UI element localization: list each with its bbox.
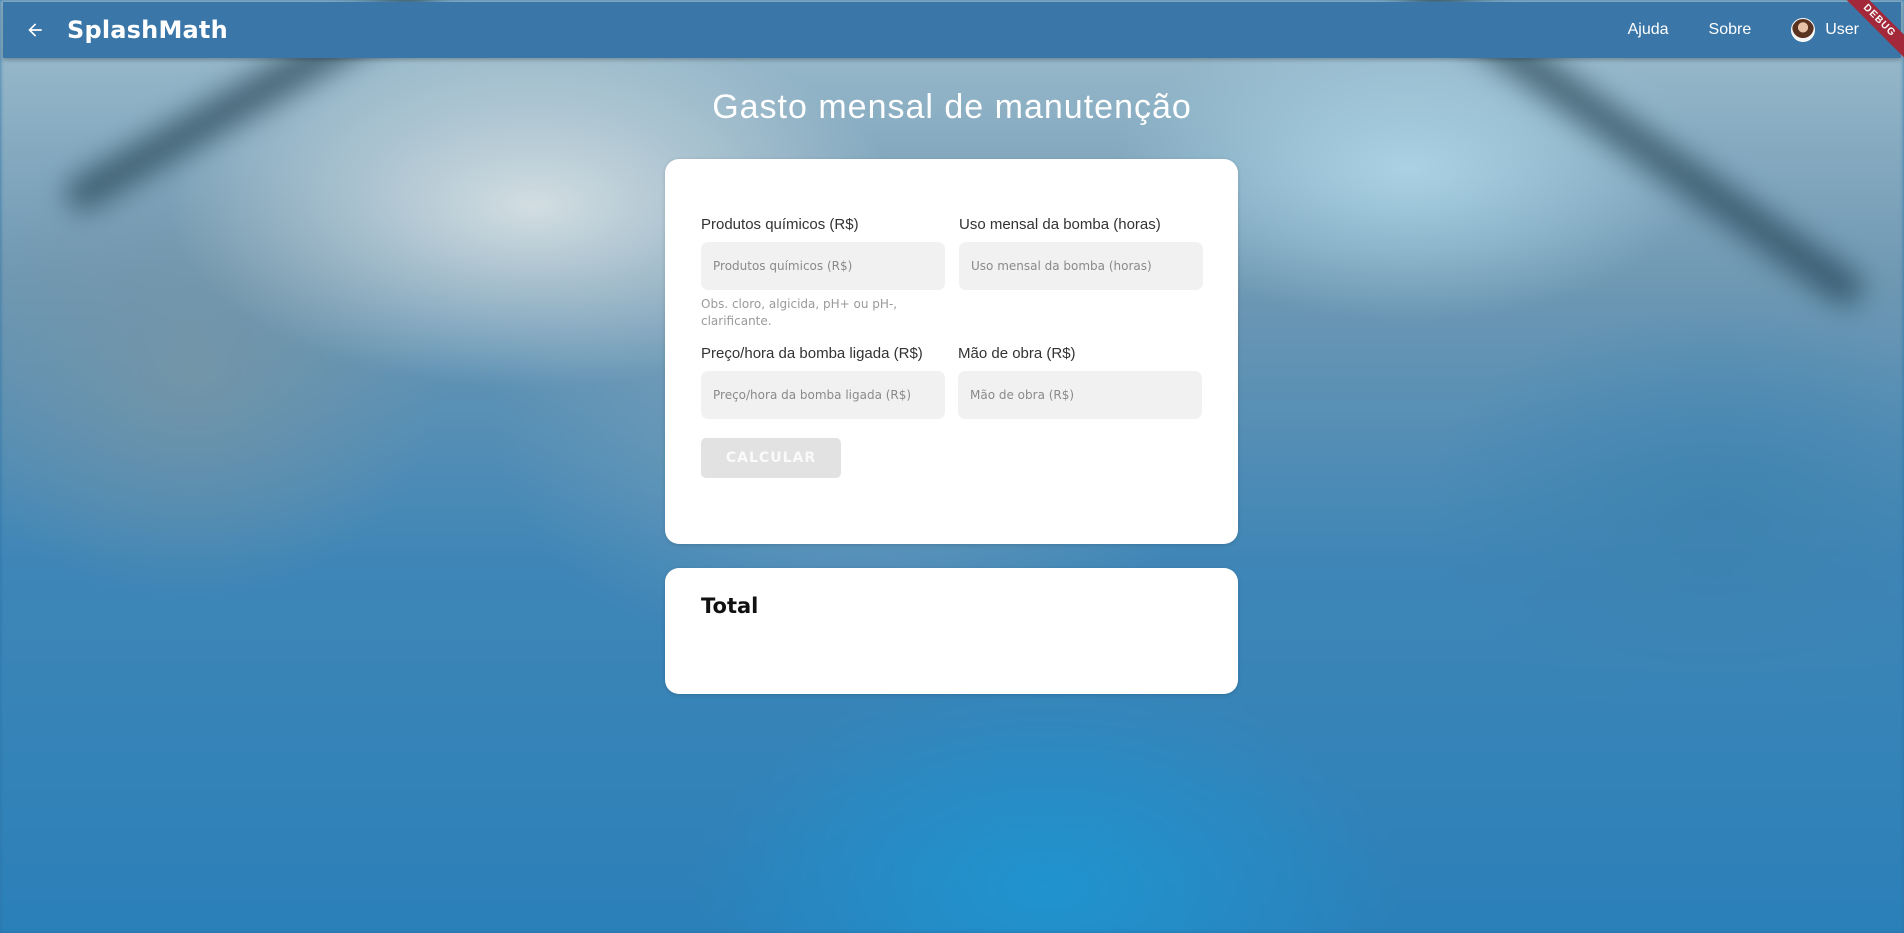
user-name: User	[1825, 21, 1859, 38]
pump-price-field: Preço/hora da bomba ligada (R$)	[701, 345, 945, 419]
user-menu[interactable]: User	[1791, 18, 1859, 42]
calculate-button[interactable]: CALCULAR	[701, 438, 841, 478]
nav-help-link[interactable]: Ajuda	[1628, 21, 1669, 39]
page-title: Gasto mensal de manutenção	[712, 88, 1192, 126]
maintenance-form-card: Produtos químicos (R$) Obs. cloro, algic…	[665, 159, 1238, 544]
total-title: Total	[701, 594, 759, 618]
total-card: Total	[665, 568, 1238, 694]
chemicals-label: Produtos químicos (R$)	[701, 216, 859, 233]
app-viewport: SplashMath Ajuda Sobre User DEBUG Gasto …	[0, 0, 1904, 933]
app-brand: SplashMath	[67, 16, 228, 44]
chemicals-input[interactable]	[701, 242, 945, 290]
pump-usage-input[interactable]	[959, 242, 1203, 290]
labor-label: Mão de obra (R$)	[958, 345, 1076, 362]
pump-usage-field: Uso mensal da bomba (horas)	[959, 216, 1203, 290]
pump-price-input[interactable]	[701, 371, 945, 419]
back-button[interactable]	[7, 2, 63, 58]
chemicals-hint: Obs. cloro, algicida, pH+ ou pH-, clarif…	[701, 297, 898, 328]
avatar-icon	[1791, 18, 1816, 42]
pump-price-label: Preço/hora da bomba ligada (R$)	[701, 345, 923, 362]
labor-field: Mão de obra (R$)	[958, 345, 1202, 419]
pump-usage-label: Uso mensal da bomba (horas)	[959, 216, 1161, 233]
arrow-back-icon	[28, 23, 42, 37]
nav-about-link[interactable]: Sobre	[1709, 21, 1752, 39]
app-bar: SplashMath Ajuda Sobre User DEBUG	[3, 0, 1904, 61]
labor-input[interactable]	[958, 371, 1202, 419]
chemicals-field: Produtos químicos (R$) Obs. cloro, algic…	[701, 216, 945, 330]
